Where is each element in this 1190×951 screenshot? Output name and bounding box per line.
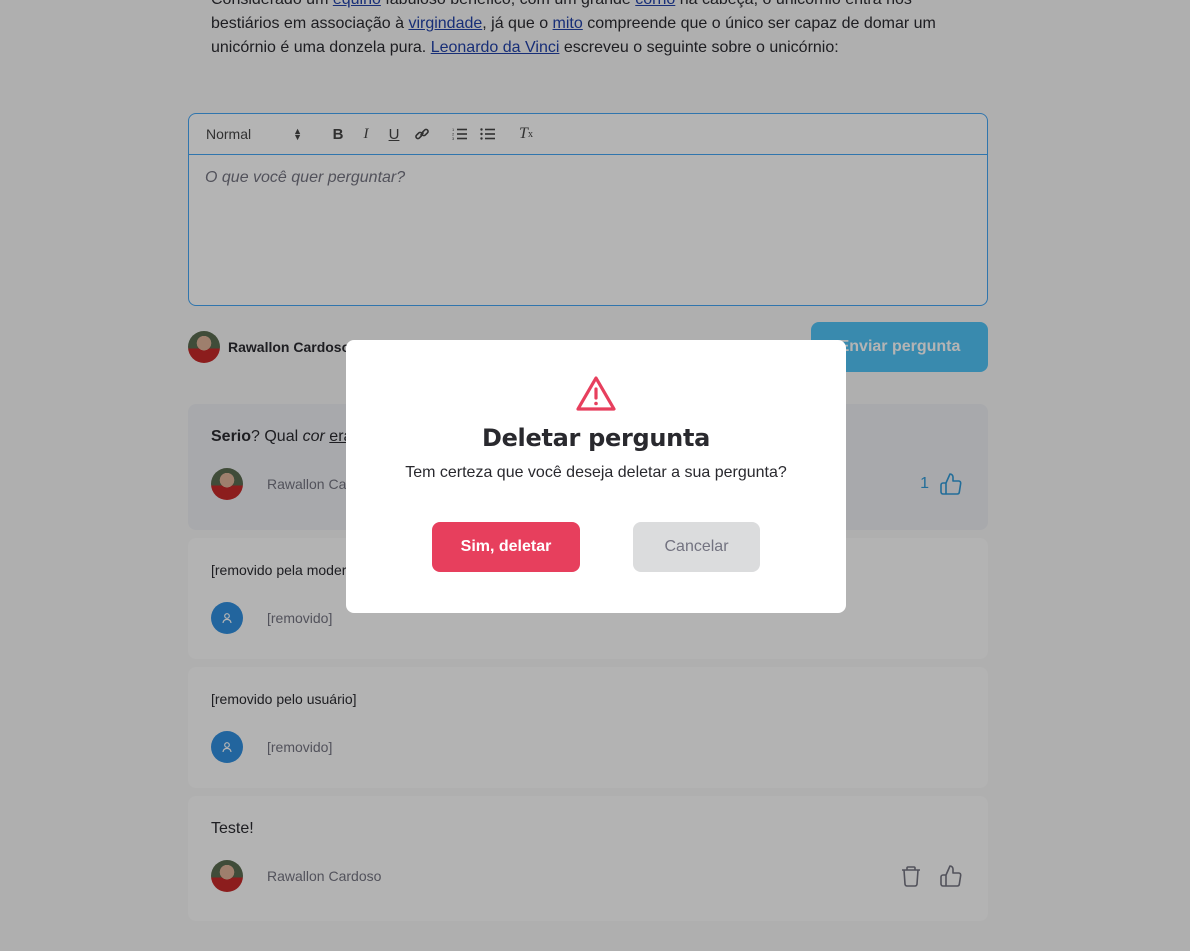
cancel-button[interactable]: Cancelar — [633, 522, 760, 572]
delete-question-modal: Deletar pergunta Tem certeza que você de… — [346, 340, 846, 613]
warning-icon — [575, 375, 617, 418]
modal-title: Deletar pergunta — [481, 424, 711, 452]
confirm-delete-button[interactable]: Sim, deletar — [432, 522, 580, 572]
modal-actions: Sim, deletar Cancelar — [432, 522, 760, 572]
modal-message: Tem certeza que você deseja deletar a su… — [405, 464, 787, 481]
